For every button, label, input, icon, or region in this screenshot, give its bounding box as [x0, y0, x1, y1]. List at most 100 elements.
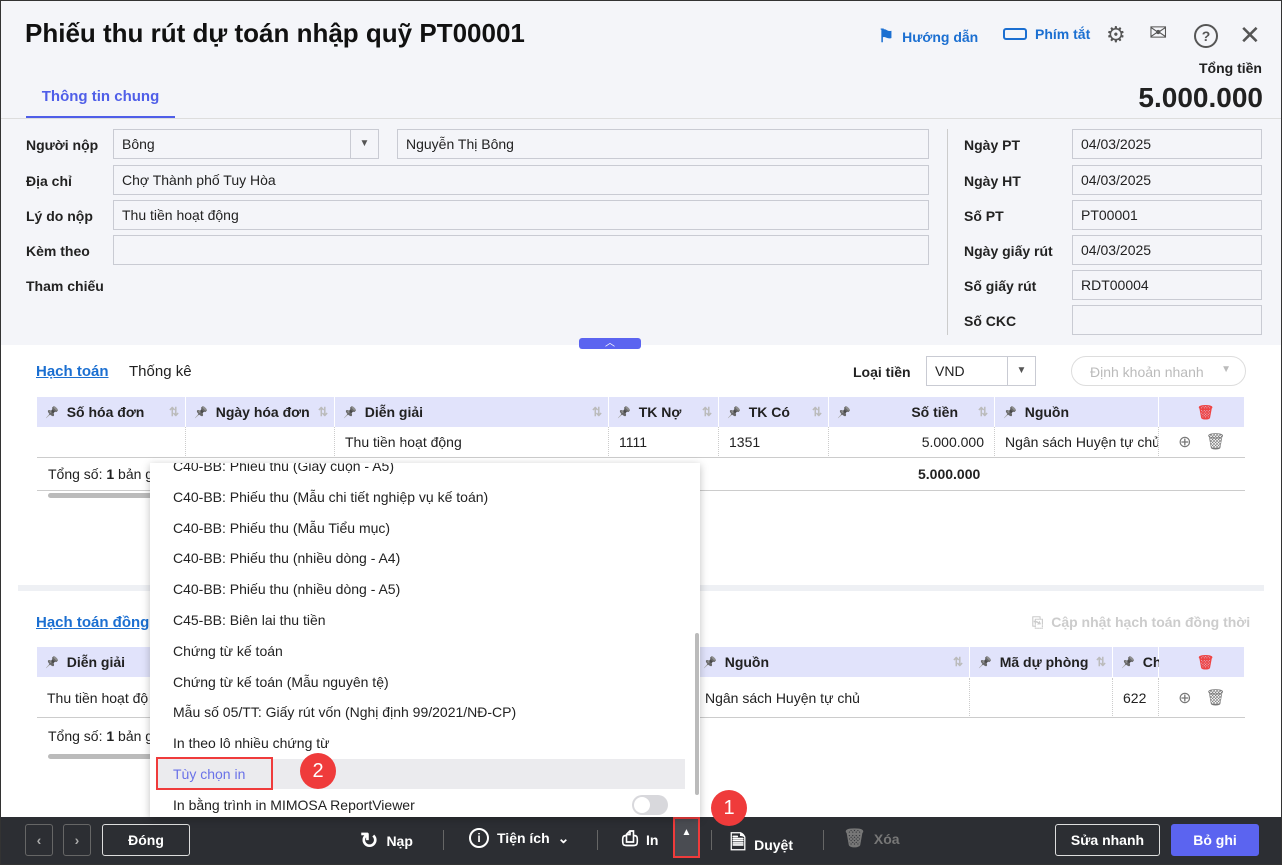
sort-icon[interactable]: ⇅	[953, 655, 963, 669]
column-header[interactable]: 📌 Ngày hóa đơn ⇅	[186, 397, 335, 427]
next-button[interactable]: ›	[63, 824, 91, 856]
menu-scrollbar[interactable]	[695, 633, 699, 795]
trash-icon[interactable]: 🗑	[1206, 688, 1226, 708]
horizontal-scrollbar[interactable]	[48, 754, 158, 759]
table-cell[interactable]: Ngân sách Huyện tự chủ	[995, 427, 1159, 458]
column-header[interactable]: 📌 TK Nợ ⇅	[609, 397, 719, 427]
approve-button[interactable]: 🗎 Duyệt	[730, 828, 793, 862]
payer-code-select[interactable]: Bông ▼	[113, 129, 379, 159]
guide-link[interactable]: ⚑ Hướng dẫn	[878, 26, 978, 47]
pin-icon[interactable]: 📌	[617, 406, 631, 419]
menu-item[interactable]: C40-BB: Phiếu thu (Mẫu chi tiết nghiệp v…	[173, 489, 488, 505]
toggle-switch[interactable]	[632, 795, 668, 815]
toggle-knob	[634, 797, 650, 813]
tab-concurrent-accounting[interactable]: Hạch toán đồng	[36, 614, 149, 631]
collapse-button[interactable]: ︿	[579, 338, 641, 349]
field-input[interactable]: 04/03/2025	[1072, 129, 1262, 159]
horizontal-scrollbar[interactable]	[48, 493, 158, 498]
delete-all-icon[interactable]: 🗑	[1159, 397, 1245, 427]
menu-item[interactable]: C45-BB: Biên lai thu tiền	[173, 612, 326, 628]
table-cell[interactable]: 5.000.000	[829, 427, 995, 458]
menu-item[interactable]: In bằng trình in MIMOSA ReportViewer	[173, 797, 415, 813]
trash-icon[interactable]: 🗑	[1206, 432, 1226, 452]
delete-all-icon[interactable]: 🗑	[1159, 647, 1245, 677]
column-header[interactable]: 📌 Diễn giải ⇅	[335, 397, 609, 427]
chevron-down-icon[interactable]: ▼	[350, 130, 378, 158]
tab-accounting[interactable]: Hạch toán	[36, 363, 109, 380]
column-header[interactable]: 📌 Nguồn	[995, 397, 1159, 427]
pin-icon[interactable]: 📌	[1121, 656, 1135, 669]
field-input[interactable]: PT00001	[1072, 200, 1262, 230]
table-cell[interactable]: 1351	[719, 427, 829, 458]
utilities-button[interactable]: i Tiện ích ⌄	[469, 828, 569, 848]
reference-label[interactable]: Tham chiếu	[26, 278, 104, 294]
column-header[interactable]: 📌 Số hóa đơn ⇅	[37, 397, 186, 427]
add-row-icon[interactable]: ⊕	[1178, 432, 1191, 452]
table-cell[interactable]: 622	[1113, 678, 1159, 718]
menu-item[interactable]: C40-BB: Phiếu thu (nhiều dòng - A4)	[173, 550, 400, 566]
field-input[interactable]	[1072, 305, 1262, 335]
mail-icon[interactable]: ✉	[1149, 20, 1167, 46]
pin-icon[interactable]: 📌	[978, 656, 992, 669]
menu-item[interactable]: C40-BB: Phiếu thu (Giấy cuộn - A5)	[173, 463, 394, 474]
table-cell[interactable]	[186, 427, 335, 458]
print-options-toggle[interactable]: ▲	[673, 817, 700, 858]
menu-item[interactable]: Chứng từ kế toán	[173, 643, 283, 659]
table-cell[interactable]	[970, 678, 1113, 718]
help-icon[interactable]: ?	[1194, 24, 1218, 48]
menu-item[interactable]: C40-BB: Phiếu thu (nhiều dòng - A5)	[173, 581, 400, 597]
menu-item[interactable]: C40-BB: Phiếu thu (Mẫu Tiểu mục)	[173, 520, 390, 536]
pin-icon[interactable]: 📌	[343, 406, 357, 419]
sort-icon[interactable]: ⇅	[812, 405, 822, 419]
column-header[interactable]: 📌 TK Có ⇅	[719, 397, 829, 427]
quick-entry-button[interactable]: Định khoản nhanh ▼	[1071, 356, 1246, 386]
close-icon[interactable]: ✕	[1239, 20, 1261, 51]
sort-icon[interactable]: ⇅	[1096, 655, 1106, 669]
field-input[interactable]: 04/03/2025	[1072, 165, 1262, 195]
field-input[interactable]: 04/03/2025	[1072, 235, 1262, 265]
gear-icon[interactable]: ⚙	[1106, 22, 1126, 48]
menu-item[interactable]: In theo lô nhiều chứng từ	[173, 735, 330, 751]
table-cell[interactable]: Ngân sách Huyện tự chủ	[695, 678, 970, 718]
table-cell[interactable]: Thu tiền hoạt động	[335, 427, 609, 458]
shortcuts-link[interactable]: Phím tắt	[1003, 26, 1090, 42]
tab-statistics[interactable]: Thống kê	[129, 363, 192, 380]
pin-icon[interactable]: 📌	[727, 406, 741, 419]
menu-item[interactable]: Chứng từ kế toán (Mẫu nguyên tệ)	[173, 674, 389, 690]
pin-icon[interactable]: 📌	[45, 656, 59, 669]
column-header[interactable]: 📌 Số tiền ⇅	[829, 397, 995, 427]
attach-input[interactable]	[113, 235, 929, 265]
sort-icon[interactable]: ⇅	[169, 405, 179, 419]
sort-icon[interactable]: ⇅	[592, 405, 602, 419]
reason-input[interactable]: Thu tiền hoạt động	[113, 200, 929, 230]
pin-icon[interactable]: 📌	[45, 406, 59, 419]
update-concurrent-button[interactable]: ⎘ Cập nhật hạch toán đồng thời	[1032, 614, 1250, 631]
tab-general-info[interactable]: Thông tin chung	[26, 88, 175, 105]
currency-select[interactable]: VND ▼	[926, 356, 1036, 386]
sort-icon[interactable]: ⇅	[978, 405, 988, 419]
print-button[interactable]: ⎙ In	[622, 828, 658, 851]
menu-item[interactable]: Mẫu số 05/TT: Giấy rút vốn (Nghị định 99…	[173, 704, 516, 720]
column-header[interactable]: 📌 Nguồn ⇅	[695, 647, 970, 677]
column-header[interactable]: 📌 Mã dự phòng ⇅	[970, 647, 1113, 677]
sort-icon[interactable]: ⇅	[702, 405, 712, 419]
table-cell[interactable]: 1111	[609, 427, 719, 458]
payer-name-input[interactable]: Nguyễn Thị Bông	[397, 129, 929, 159]
sort-icon[interactable]: ⇅	[318, 405, 328, 419]
column-header[interactable]: 📌 Ch	[1113, 647, 1161, 677]
pin-icon[interactable]: 📌	[703, 656, 717, 669]
add-row-icon[interactable]: ⊕	[1178, 688, 1191, 708]
table-cell[interactable]	[37, 427, 186, 458]
reload-button[interactable]: ↻ Nạp	[360, 828, 413, 854]
field-input[interactable]: RDT00004	[1072, 270, 1262, 300]
pin-icon[interactable]: 📌	[1003, 406, 1017, 419]
close-button[interactable]: Đóng	[102, 824, 190, 856]
address-input[interactable]: Chợ Thành phố Tuy Hòa	[113, 165, 929, 195]
prev-button[interactable]: ‹	[25, 824, 53, 856]
pin-icon[interactable]: 📌	[194, 406, 208, 419]
chevron-down-icon: ▼	[1221, 364, 1231, 375]
quick-edit-button[interactable]: Sửa nhanh	[1055, 824, 1160, 856]
delete-button[interactable]: 🗑 Xóa	[843, 828, 900, 849]
save-button[interactable]: Bỏ ghi	[1171, 824, 1259, 856]
pin-icon[interactable]: 📌	[837, 406, 851, 419]
